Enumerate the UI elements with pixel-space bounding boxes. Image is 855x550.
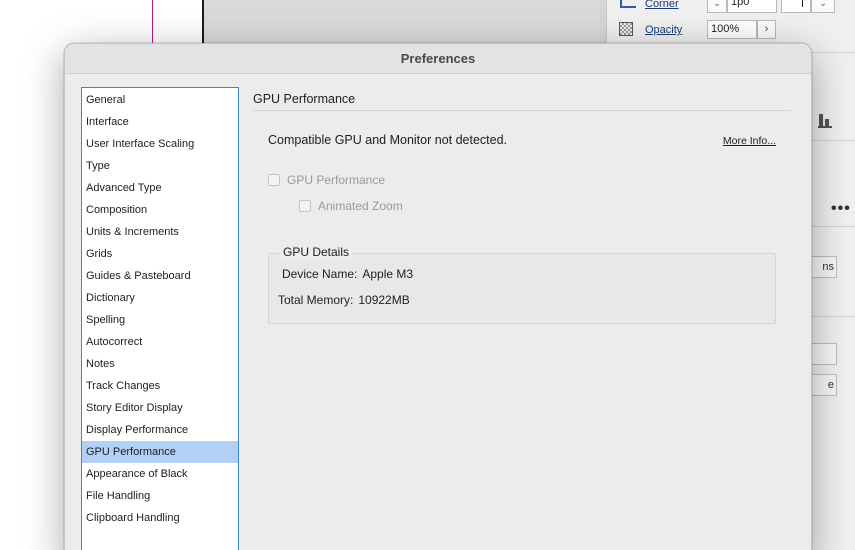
category-item-type[interactable]: Type (82, 155, 238, 177)
corner-shape-dropdown[interactable]: ⌄ (707, 0, 727, 13)
gpu-status-message: Compatible GPU and Monitor not detected. (268, 133, 508, 147)
device-name-label: Device Name: (282, 267, 358, 281)
total-memory-row: Total Memory: 10922MB (278, 293, 410, 307)
corner-stroke-swatch[interactable] (781, 0, 811, 13)
category-item-file-handling[interactable]: File Handling (82, 485, 238, 507)
category-item-grids[interactable]: Grids (82, 243, 238, 265)
device-name-row: Device Name: Apple M3 (282, 267, 413, 281)
more-info-link[interactable]: More Info... (723, 135, 776, 147)
opacity-icon (619, 22, 633, 36)
category-item-guides-and-pasteboard[interactable]: Guides & Pasteboard (82, 265, 238, 287)
opacity-arrow-button[interactable]: › (757, 20, 776, 39)
gpu-performance-checkbox[interactable]: GPU Performance (268, 173, 385, 187)
category-item-units-and-increments[interactable]: Units & Increments (82, 221, 238, 243)
dialog-title[interactable]: Preferences (65, 44, 811, 74)
checkbox-label: Animated Zoom (318, 199, 403, 213)
category-item-track-changes[interactable]: Track Changes (82, 375, 238, 397)
pasteboard (204, 0, 600, 46)
pane-title: GPU Performance (253, 92, 356, 106)
checkbox-box[interactable] (268, 174, 280, 186)
checkbox-box[interactable] (299, 200, 311, 212)
category-item-notes[interactable]: Notes (82, 353, 238, 375)
checkbox-label: GPU Performance (287, 173, 386, 187)
divider (253, 110, 791, 111)
category-item-spelling[interactable]: Spelling (82, 309, 238, 331)
corner-label[interactable]: Corner (645, 0, 679, 10)
category-item-clipboard-handling[interactable]: Clipboard Handling (82, 507, 238, 529)
animated-zoom-checkbox[interactable]: Animated Zoom (299, 199, 403, 213)
total-memory-value: 10922MB (358, 293, 410, 307)
device-name-value: Apple M3 (362, 267, 414, 281)
category-item-autocorrect[interactable]: Autocorrect (82, 331, 238, 353)
category-item-appearance-of-black[interactable]: Appearance of Black (82, 463, 238, 485)
total-memory-label: Total Memory: (278, 293, 354, 307)
category-item-general[interactable]: General (82, 89, 238, 111)
category-list[interactable]: General Interface User Interface Scaling Ty… (81, 87, 239, 550)
preferences-dialog: Preferences General Interface User Interfa… (64, 43, 812, 550)
opacity-input[interactable]: 100% (707, 20, 757, 39)
gpu-details-legend: GPU Details (279, 245, 354, 259)
category-item-gpu-performance[interactable]: GPU Performance (82, 441, 238, 463)
corner-icon (620, 0, 636, 8)
category-item-dictionary[interactable]: Dictionary (82, 287, 238, 309)
category-item-composition[interactable]: Composition (82, 199, 238, 221)
category-item-user-interface-scaling[interactable]: User Interface Scaling (82, 133, 238, 155)
chevron-down-icon[interactable]: ⌄ (811, 0, 835, 13)
preferences-pane: GPU Performance Compatible GPU and Monit… (253, 87, 793, 324)
margin-guide (152, 0, 153, 46)
opacity-label[interactable]: Opacity (645, 24, 682, 36)
category-item-interface[interactable]: Interface (82, 111, 238, 133)
category-item-story-editor-display[interactable]: Story Editor Display (82, 397, 238, 419)
align-bottom-icon[interactable] (818, 112, 832, 128)
category-item-display-performance[interactable]: Display Performance (82, 419, 238, 441)
gpu-details-group: GPU Details Device Name: Apple M3 Total M… (268, 245, 776, 324)
corner-size-input[interactable]: 1p0 (727, 0, 777, 13)
more-options-icon[interactable]: ••• (831, 200, 851, 218)
category-item-advanced-type[interactable]: Advanced Type (82, 177, 238, 199)
